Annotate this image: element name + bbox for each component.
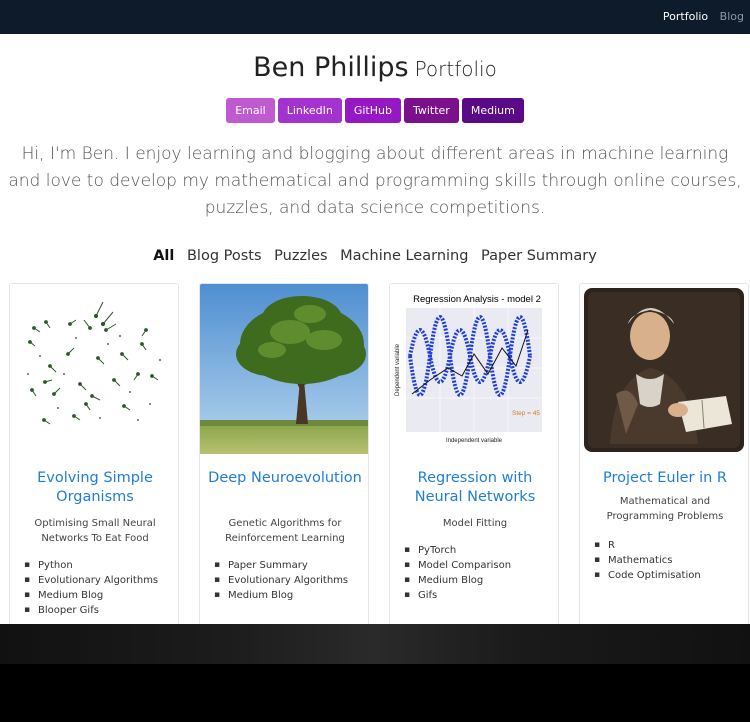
list-item: Medium Blog (214, 588, 364, 603)
linkedin-badge[interactable]: LinkedIn (277, 98, 342, 123)
plot-xlabel: Independent variable (446, 438, 503, 444)
list-item: Paper Summary (214, 558, 364, 573)
card-description: Genetic Algorithms for Reinforcement Lea… (225, 518, 345, 544)
intro-text: Hi, I'm Ben. I enjoy learning and bloggi… (8, 144, 742, 218)
twitter-badge[interactable]: Twitter (403, 98, 459, 123)
card-title[interactable]: Project Euler in R (588, 469, 742, 488)
card-tag-list: Python Evolutionary Algorithms Medium Bl… (24, 558, 174, 618)
page-title: Ben Phillips Portfolio (0, 52, 750, 83)
list-item: PyTorch (404, 543, 554, 558)
filter-blog-posts[interactable]: Blog Posts (187, 248, 262, 264)
github-badge[interactable]: GitHub (344, 98, 401, 123)
nav-links: Portfolio Blog (655, 10, 744, 23)
list-item: Mathematics (594, 553, 744, 568)
card-description: Mathematical and Programming Problems (606, 496, 724, 522)
card-description: Optimising Small Neural Networks To Eat … (34, 518, 156, 544)
page-subtitle: Portfolio (414, 57, 497, 81)
card-title[interactable]: Evolving Simple Organisms (18, 469, 172, 507)
nav-link-portfolio[interactable]: Portfolio (663, 10, 708, 23)
card-title[interactable]: Deep Neuroevolution (208, 469, 362, 488)
list-item: Model Comparison (404, 558, 554, 573)
author-name: Ben Phillips (253, 52, 409, 83)
nav-link-blog[interactable]: Blog (720, 10, 744, 23)
card-tag-list: PyTorch Model Comparison Medium Blog Gif… (404, 543, 554, 603)
plot-title: Regression Analysis - model 2 (413, 294, 541, 305)
organisms-simulation-image (10, 284, 178, 454)
filter-machine-learning[interactable]: Machine Learning (340, 248, 468, 264)
filter-all[interactable]: All (153, 248, 174, 264)
list-item: Evolutionary Algorithms (214, 573, 364, 588)
regression-plot-image: Regression Analysis - model 2 Dependent … (390, 284, 558, 454)
bottom-background (0, 664, 750, 722)
social-links: Email LinkedIn GitHub Twitter Medium (0, 98, 750, 123)
tree-image (200, 284, 368, 454)
list-item: Medium Blog (404, 573, 554, 588)
list-item: Code Optimisation (594, 568, 744, 583)
list-item: Blooper Gifs (24, 603, 174, 618)
medium-badge[interactable]: Medium (461, 98, 524, 123)
plot-ylabel: Dependent variable (395, 343, 401, 396)
project-card-project-euler[interactable]: Project Euler in R Mathematical and Prog… (579, 283, 749, 624)
top-navbar: Portfolio Blog (0, 0, 750, 34)
card-title[interactable]: Regression with Neural Networks (398, 469, 552, 507)
email-badge[interactable]: Email (226, 98, 275, 123)
list-item: Medium Blog (24, 588, 174, 603)
main-content: Ben Phillips Portfolio Email LinkedIn Git… (0, 34, 750, 624)
project-card-regression[interactable]: Regression Analysis - model 2 Dependent … (389, 283, 559, 624)
filter-paper-summary[interactable]: Paper Summary (481, 248, 597, 264)
list-item: Python (24, 558, 174, 573)
step-label: Step = 45 (512, 410, 540, 417)
card-tag-list: R Mathematics Code Optimisation (594, 538, 744, 583)
list-item: R (594, 538, 744, 553)
filter-tabs: All Blog Posts Puzzles Machine Learning … (0, 248, 750, 264)
card-tag-list: Paper Summary Evolutionary Algorithms Me… (214, 558, 364, 603)
card-description: Model Fitting (442, 518, 508, 529)
project-card-evolving-organisms[interactable]: Evolving Simple Organisms Optimising Sma… (9, 283, 179, 624)
bottom-bar (0, 624, 750, 664)
list-item: Gifs (404, 588, 554, 603)
filter-puzzles[interactable]: Puzzles (274, 248, 327, 264)
list-item: Evolutionary Algorithms (24, 573, 174, 588)
project-card-deep-neuroevolution[interactable]: Deep Neuroevolution Genetic Algorithms f… (199, 283, 369, 624)
euler-portrait-image (580, 284, 748, 454)
